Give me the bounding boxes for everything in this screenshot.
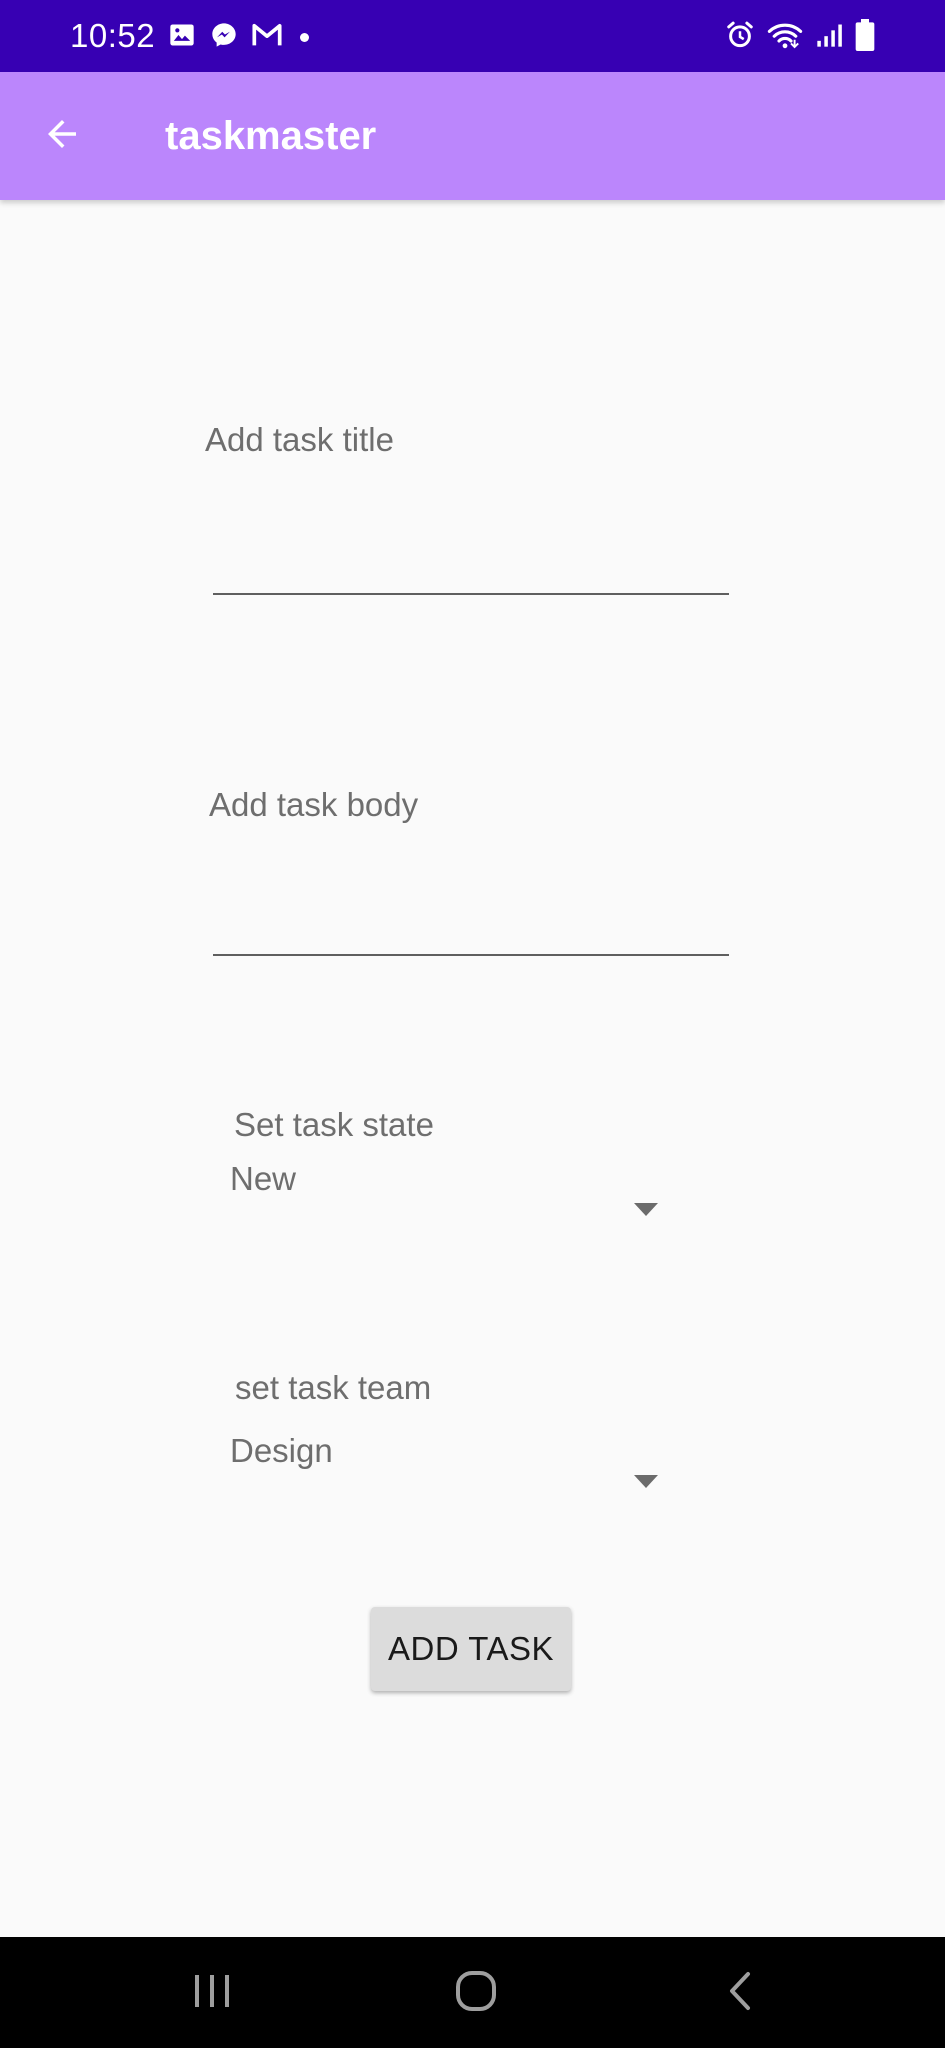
task-state-label: Set task state — [234, 1106, 434, 1143]
recent-apps-icon — [190, 1971, 234, 2016]
gmail-icon — [252, 22, 282, 53]
task-team-label: set task team — [235, 1369, 432, 1406]
messenger-icon — [210, 21, 238, 54]
task-title-label: Add task title — [205, 421, 394, 458]
signal-icon — [815, 21, 843, 54]
task-team-dropdown[interactable]: Design — [230, 1431, 670, 1551]
dropdown-arrow-icon — [634, 1203, 658, 1216]
status-system-icons — [725, 18, 875, 56]
notification-dot — [300, 32, 309, 42]
task-team-selected: Design — [230, 1432, 333, 1469]
battery-icon — [855, 18, 875, 56]
wifi-icon — [767, 20, 803, 55]
arrow-back-icon — [41, 113, 83, 160]
app-bar: taskmaster — [0, 72, 945, 200]
dropdown-arrow-icon — [634, 1475, 658, 1488]
status-bar: 10:52 — [0, 0, 945, 72]
image-icon — [168, 21, 196, 54]
system-nav-bar — [0, 1937, 945, 2048]
app-title: taskmaster — [165, 114, 377, 158]
task-state-dropdown[interactable]: New — [230, 1159, 670, 1279]
home-icon — [453, 1968, 499, 2019]
task-body-input[interactable] — [213, 894, 729, 956]
task-state-selected: New — [230, 1160, 297, 1197]
task-title-input[interactable] — [213, 533, 729, 595]
task-body-label: Add task body — [209, 786, 419, 823]
status-time: 10:52 — [70, 17, 156, 54]
alarm-icon — [725, 20, 755, 55]
back-icon — [722, 1969, 758, 2018]
recent-apps-button[interactable] — [180, 1961, 244, 2025]
status-notification-icons — [168, 22, 309, 52]
home-button[interactable] — [444, 1961, 508, 2025]
add-task-button[interactable]: ADD TASK — [371, 1607, 571, 1691]
nav-back-button[interactable] — [708, 1961, 772, 2025]
back-button[interactable] — [30, 104, 94, 168]
